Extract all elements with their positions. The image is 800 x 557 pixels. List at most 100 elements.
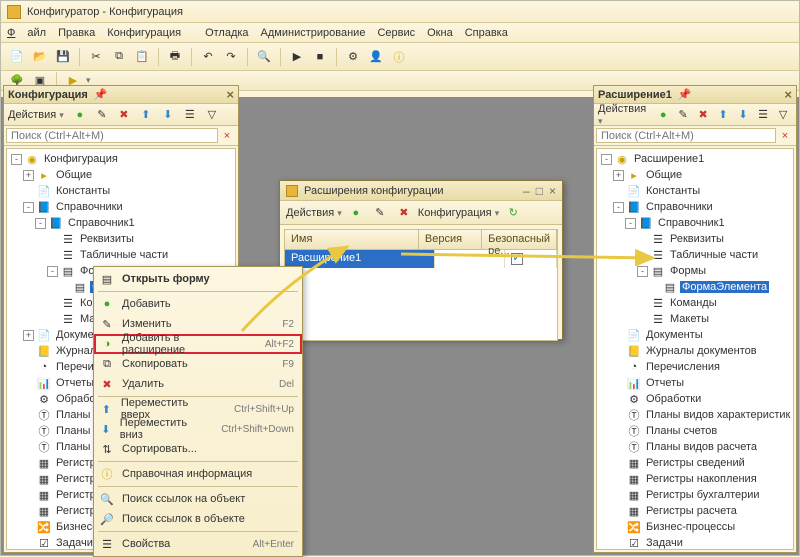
down-icon[interactable]: ⬇ (734, 105, 752, 125)
tree-row[interactable]: 📄 Константы (597, 183, 793, 199)
tree-row[interactable]: ☰ Команды (597, 295, 793, 311)
dbg-stop-icon[interactable]: ■ (310, 47, 330, 67)
tree-row[interactable]: Ⓣ Планы видов расчета (597, 439, 793, 455)
undo-icon[interactable]: ↶ (198, 47, 218, 67)
ctx-add[interactable]: ●Добавить (94, 294, 302, 314)
ctx-move-down[interactable]: ⬇Переместить внизCtrl+Shift+Down (94, 419, 302, 439)
open-icon[interactable]: 📂 (30, 47, 50, 67)
menu-edit[interactable]: Правка (58, 27, 95, 39)
tree-row[interactable]: - 📘 Справочники (597, 199, 793, 215)
tree-row[interactable]: 📒 Журналы документов (597, 343, 793, 359)
menu-admin[interactable]: Администрирование (261, 27, 366, 39)
tree-row[interactable]: 📊 Отчеты (597, 375, 793, 391)
menu-service[interactable]: Сервис (377, 27, 415, 39)
tree-toggle-icon[interactable]: + (613, 170, 624, 181)
col-name[interactable]: Имя (285, 230, 419, 249)
ctx-open-form[interactable]: ▤Открыть форму (94, 269, 302, 289)
clear-search-icon[interactable]: × (218, 128, 236, 143)
props-icon[interactable]: ☰ (754, 105, 772, 125)
tree-toggle-icon[interactable]: - (35, 218, 46, 229)
tree-row[interactable]: ◔ Перечисления (597, 359, 793, 375)
tree-row[interactable]: 🔀 Бизнес-процессы (597, 519, 793, 535)
users-icon[interactable]: 👤 (366, 47, 386, 67)
props-icon[interactable]: ☰ (180, 105, 200, 125)
ctx-move-up[interactable]: ⬆Переместить вверхCtrl+Shift+Up (94, 399, 302, 419)
close-icon[interactable]: × (226, 87, 234, 102)
tree-toggle-icon[interactable]: - (11, 154, 22, 165)
tree-row[interactable]: 📄 Константы (7, 183, 235, 199)
edit-pencil-icon[interactable]: ✎ (92, 105, 112, 125)
tree-row[interactable]: - 📘 Справочник1 (597, 215, 793, 231)
menu-help[interactable]: Справка (465, 27, 508, 39)
delete-icon[interactable]: ✖ (694, 105, 712, 125)
settings-icon[interactable]: ⚙ (343, 47, 363, 67)
ctx-properties[interactable]: ☰СвойстваAlt+Enter (94, 534, 302, 554)
ctx-find-ref-in[interactable]: 🔎Поиск ссылок в объекте (94, 509, 302, 529)
tree-row[interactable]: ▦ Регистры бухгалтерии (597, 487, 793, 503)
col-version[interactable]: Версия (419, 230, 482, 249)
delete-icon[interactable]: ✖ (114, 105, 134, 125)
tree-row[interactable]: - 📘 Справочник1 (7, 215, 235, 231)
ctx-find-ref-to[interactable]: 🔍Поиск ссылок на объект (94, 489, 302, 509)
close-icon[interactable]: × (549, 184, 556, 198)
edit-pencil-icon[interactable]: ✎ (674, 105, 692, 125)
minimize-icon[interactable]: – (523, 184, 530, 198)
tree-row[interactable]: - ◉ Расширение1 (597, 151, 793, 167)
safe-checkbox[interactable] (511, 253, 523, 265)
tree-row[interactable]: ☰ Реквизиты (597, 231, 793, 247)
tree-toggle-icon[interactable]: - (637, 266, 648, 277)
dbg-start-icon[interactable]: ▶ (287, 47, 307, 67)
new-icon[interactable]: 📄 (7, 47, 27, 67)
copy-icon[interactable]: ⧉ (109, 47, 129, 67)
tree-toggle-icon[interactable]: - (601, 154, 612, 165)
menu-windows[interactable]: Окна (427, 27, 453, 39)
tree-row[interactable]: Ⓣ Планы счетов (597, 423, 793, 439)
up-icon[interactable]: ⬆ (136, 105, 156, 125)
paste-icon[interactable]: 📋 (132, 47, 152, 67)
tree-row[interactable]: ▤ ФормаЭлемента (597, 279, 793, 295)
save-icon[interactable]: 💾 (53, 47, 73, 67)
add-icon[interactable]: ● (70, 105, 90, 125)
ctx-copy[interactable]: ⧉СкопироватьF9 (94, 354, 302, 374)
tree-row[interactable]: 📄 Документы (597, 327, 793, 343)
tree-row[interactable]: - ▤ Формы (597, 263, 793, 279)
tree-row[interactable]: ▦ Регистры сведений (597, 455, 793, 471)
tree-row[interactable]: ☰ Табличные части (597, 247, 793, 263)
search-input[interactable] (6, 128, 218, 143)
ctx-delete[interactable]: ✖УдалитьDel (94, 374, 302, 394)
up-icon[interactable]: ⬆ (714, 105, 732, 125)
tree-row[interactable]: ☰ Макеты (597, 311, 793, 327)
refresh-icon[interactable]: ↻ (503, 203, 523, 223)
search-input[interactable] (596, 128, 776, 143)
ctx-sort[interactable]: ⇅Сортировать... (94, 439, 302, 459)
tree-row[interactable]: ☰ Табличные части (7, 247, 235, 263)
tree-toggle-icon[interactable]: + (23, 330, 34, 341)
tree-toggle-icon[interactable]: - (23, 202, 34, 213)
add-icon[interactable]: ● (654, 105, 672, 125)
tree-toggle-icon[interactable]: - (613, 202, 624, 213)
tree-row[interactable]: - ◉ Конфигурация (7, 151, 235, 167)
actions-dropdown[interactable]: Действия ▾ (286, 207, 342, 219)
tree-row[interactable]: ☑ Задачи (597, 535, 793, 550)
config-dropdown[interactable]: Конфигурация ▾ (418, 207, 499, 219)
tree-row[interactable]: + ▸ Общие (597, 167, 793, 183)
menu-config[interactable]: Конфигурация (107, 27, 193, 39)
delete-icon[interactable]: ✖ (394, 203, 414, 223)
tree-toggle-icon[interactable]: - (625, 218, 636, 229)
ctx-add-extension[interactable]: ◑Добавить в расширениеAlt+F2 (94, 334, 302, 354)
edit-pencil-icon[interactable]: ✎ (370, 203, 390, 223)
print-icon[interactable]: 🖶 (165, 47, 185, 67)
col-safe[interactable]: Безопасный ре... (482, 230, 557, 249)
cut-icon[interactable]: ✂ (86, 47, 106, 67)
actions-dropdown[interactable]: Действия ▾ (598, 103, 648, 127)
tree-row[interactable]: + ▸ Общие (7, 167, 235, 183)
tree-row[interactable]: - 📘 Справочники (7, 199, 235, 215)
ctx-edit[interactable]: ✎ИзменитьF2 (94, 314, 302, 334)
clear-search-icon[interactable]: × (776, 128, 794, 143)
menu-file[interactable]: Файл (7, 27, 46, 39)
down-icon[interactable]: ⬇ (158, 105, 178, 125)
ctx-ref-info[interactable]: ⓘСправочная информация (94, 464, 302, 484)
search-icon[interactable]: 🔍 (254, 47, 274, 67)
tree-row[interactable]: ☰ Реквизиты (7, 231, 235, 247)
redo-icon[interactable]: ↷ (221, 47, 241, 67)
